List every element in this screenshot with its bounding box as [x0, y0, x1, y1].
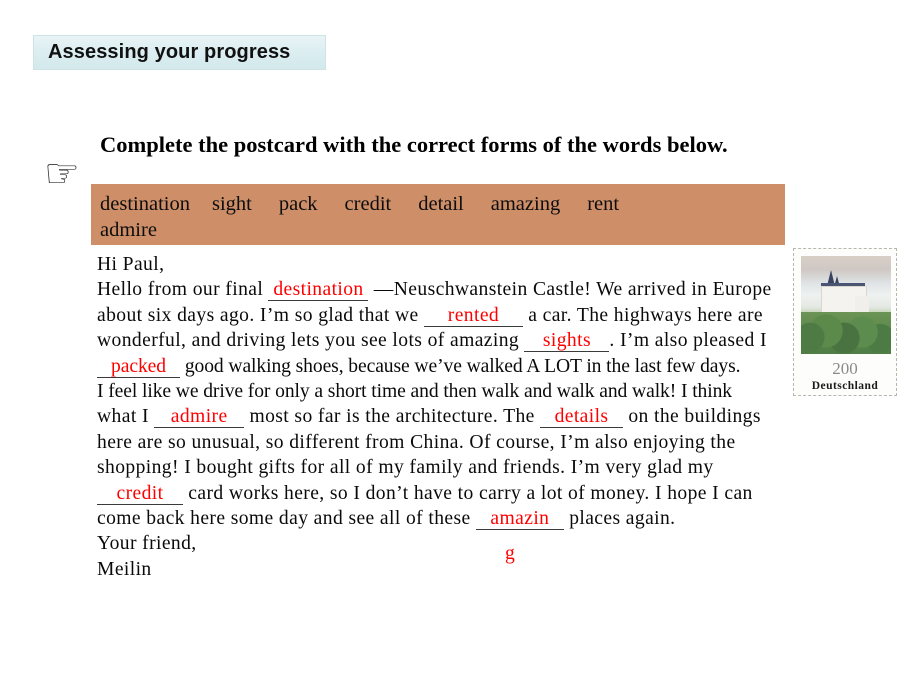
postcard-text-segment: most so far is the architecture. The: [249, 406, 535, 428]
postcard-greeting: Hi Paul,: [97, 254, 165, 275]
postcard-line-3: about six days ago. I’m so glad that we …: [97, 303, 787, 328]
word-bank-line-2: admire: [100, 217, 785, 243]
forest-foreground: [801, 312, 891, 354]
postcard-line-11: come back here some day and see all of t…: [97, 506, 787, 531]
postcard-line-signature: Meilin: [97, 557, 787, 582]
postcard-line-5: packed good walking shoes, because we’ve…: [97, 354, 787, 379]
blank-answer-credit[interactable]: credit: [97, 483, 183, 505]
postcard-line-6: I feel like we drive for only a short ti…: [97, 379, 787, 404]
postcard-line-7: what I admire most so far is the archite…: [97, 404, 787, 429]
postage-stamp: 200 Deutschland: [793, 248, 897, 396]
blank-answer-details[interactable]: details: [540, 406, 624, 429]
postcard-line-greeting: Hi Paul,: [97, 252, 787, 277]
postcard-signature: Meilin: [97, 558, 152, 580]
postcard-text-segment: good walking shoes, because we’ve walked…: [184, 355, 741, 377]
postcard-line-8: here are so unusual, so different from C…: [97, 430, 787, 455]
word-bank-item-pack: pack: [278, 193, 318, 215]
stamp-country: Deutschland: [811, 380, 879, 392]
word-bank-item-sight: sight: [211, 193, 252, 215]
pointing-hand-icon: ☞: [44, 151, 80, 197]
postcard-text-segment: come back here some day and see all of t…: [97, 507, 471, 529]
word-bank-item-rent: rent: [587, 193, 620, 215]
blank-answer-packed[interactable]: packed: [97, 356, 180, 378]
postcard-body: Hi Paul, Hello from our final destinatio…: [97, 252, 787, 582]
blank-answer-amazing-overflow: g: [505, 543, 516, 564]
blank-answer-amazing[interactable]: amazin: [475, 508, 564, 530]
postcard-text-segment: a car. The highways here are: [528, 304, 763, 326]
postcard-text-segment: what I: [97, 406, 149, 428]
postcard-line-9: shopping! I bought gifts for all of my f…: [97, 455, 787, 480]
postcard-line-10: credit card works here, so I don’t have …: [97, 481, 787, 506]
postcard-signoff: Your friend,: [97, 533, 197, 555]
postcard-text-segment: shopping! I bought gifts for all of my f…: [97, 457, 714, 479]
page-title: Assessing your progress: [48, 41, 291, 63]
blank-answer-admire[interactable]: admire: [154, 406, 245, 429]
blank-answer-destination[interactable]: destination: [268, 279, 369, 302]
postcard-text-segment: on the buildings: [628, 406, 761, 428]
instruction-text: Complete the postcard with the correct f…: [100, 132, 728, 157]
postcard-text-segment: wonderful, and driving lets you see lots…: [97, 330, 520, 352]
stamp-value: 200: [832, 359, 858, 378]
page-title-banner: Assessing your progress: [33, 35, 326, 70]
word-bank-item-credit: credit: [344, 193, 392, 215]
blank-answer-sights[interactable]: sights: [524, 330, 610, 353]
postcard-text-segment: card works here, so I don’t have to carr…: [188, 482, 753, 504]
word-bank-item-detail: detail: [418, 193, 464, 215]
postcard-line-2: Hello from our final destination —Neusch…: [97, 277, 787, 302]
postcard-text-segment: . I’m also pleased I: [609, 330, 767, 352]
blank-answer-rented[interactable]: rented: [423, 305, 523, 327]
postcard-text-segment: I feel like we drive for only a short ti…: [97, 380, 732, 402]
word-bank-item-destination: destination: [100, 193, 190, 215]
postcard-text-segment: places again.: [569, 507, 676, 529]
postcard-text-segment: here are so unusual, so different from C…: [97, 431, 736, 453]
word-bank-item-admire: admire: [100, 219, 157, 241]
postcard-text-segment: —Neuschwanstein Castle! We arrived in Eu…: [373, 279, 772, 301]
postcard-text-segment: about six days ago. I’m so glad that we: [97, 304, 419, 326]
postcard-line-4: wonderful, and driving lets you see lots…: [97, 328, 787, 353]
word-bank-box: destination sight pack credit detail amazing r…: [91, 184, 785, 245]
word-bank-item-amazing: amazing: [490, 193, 561, 215]
stamp-castle-illustration: [801, 256, 891, 354]
postcard-line-signoff: Your friend,: [97, 531, 787, 556]
word-bank-line-1: destination sight pack credit detail amazing r…: [100, 191, 785, 217]
postcard-text-segment: Hello from our final: [97, 279, 264, 301]
